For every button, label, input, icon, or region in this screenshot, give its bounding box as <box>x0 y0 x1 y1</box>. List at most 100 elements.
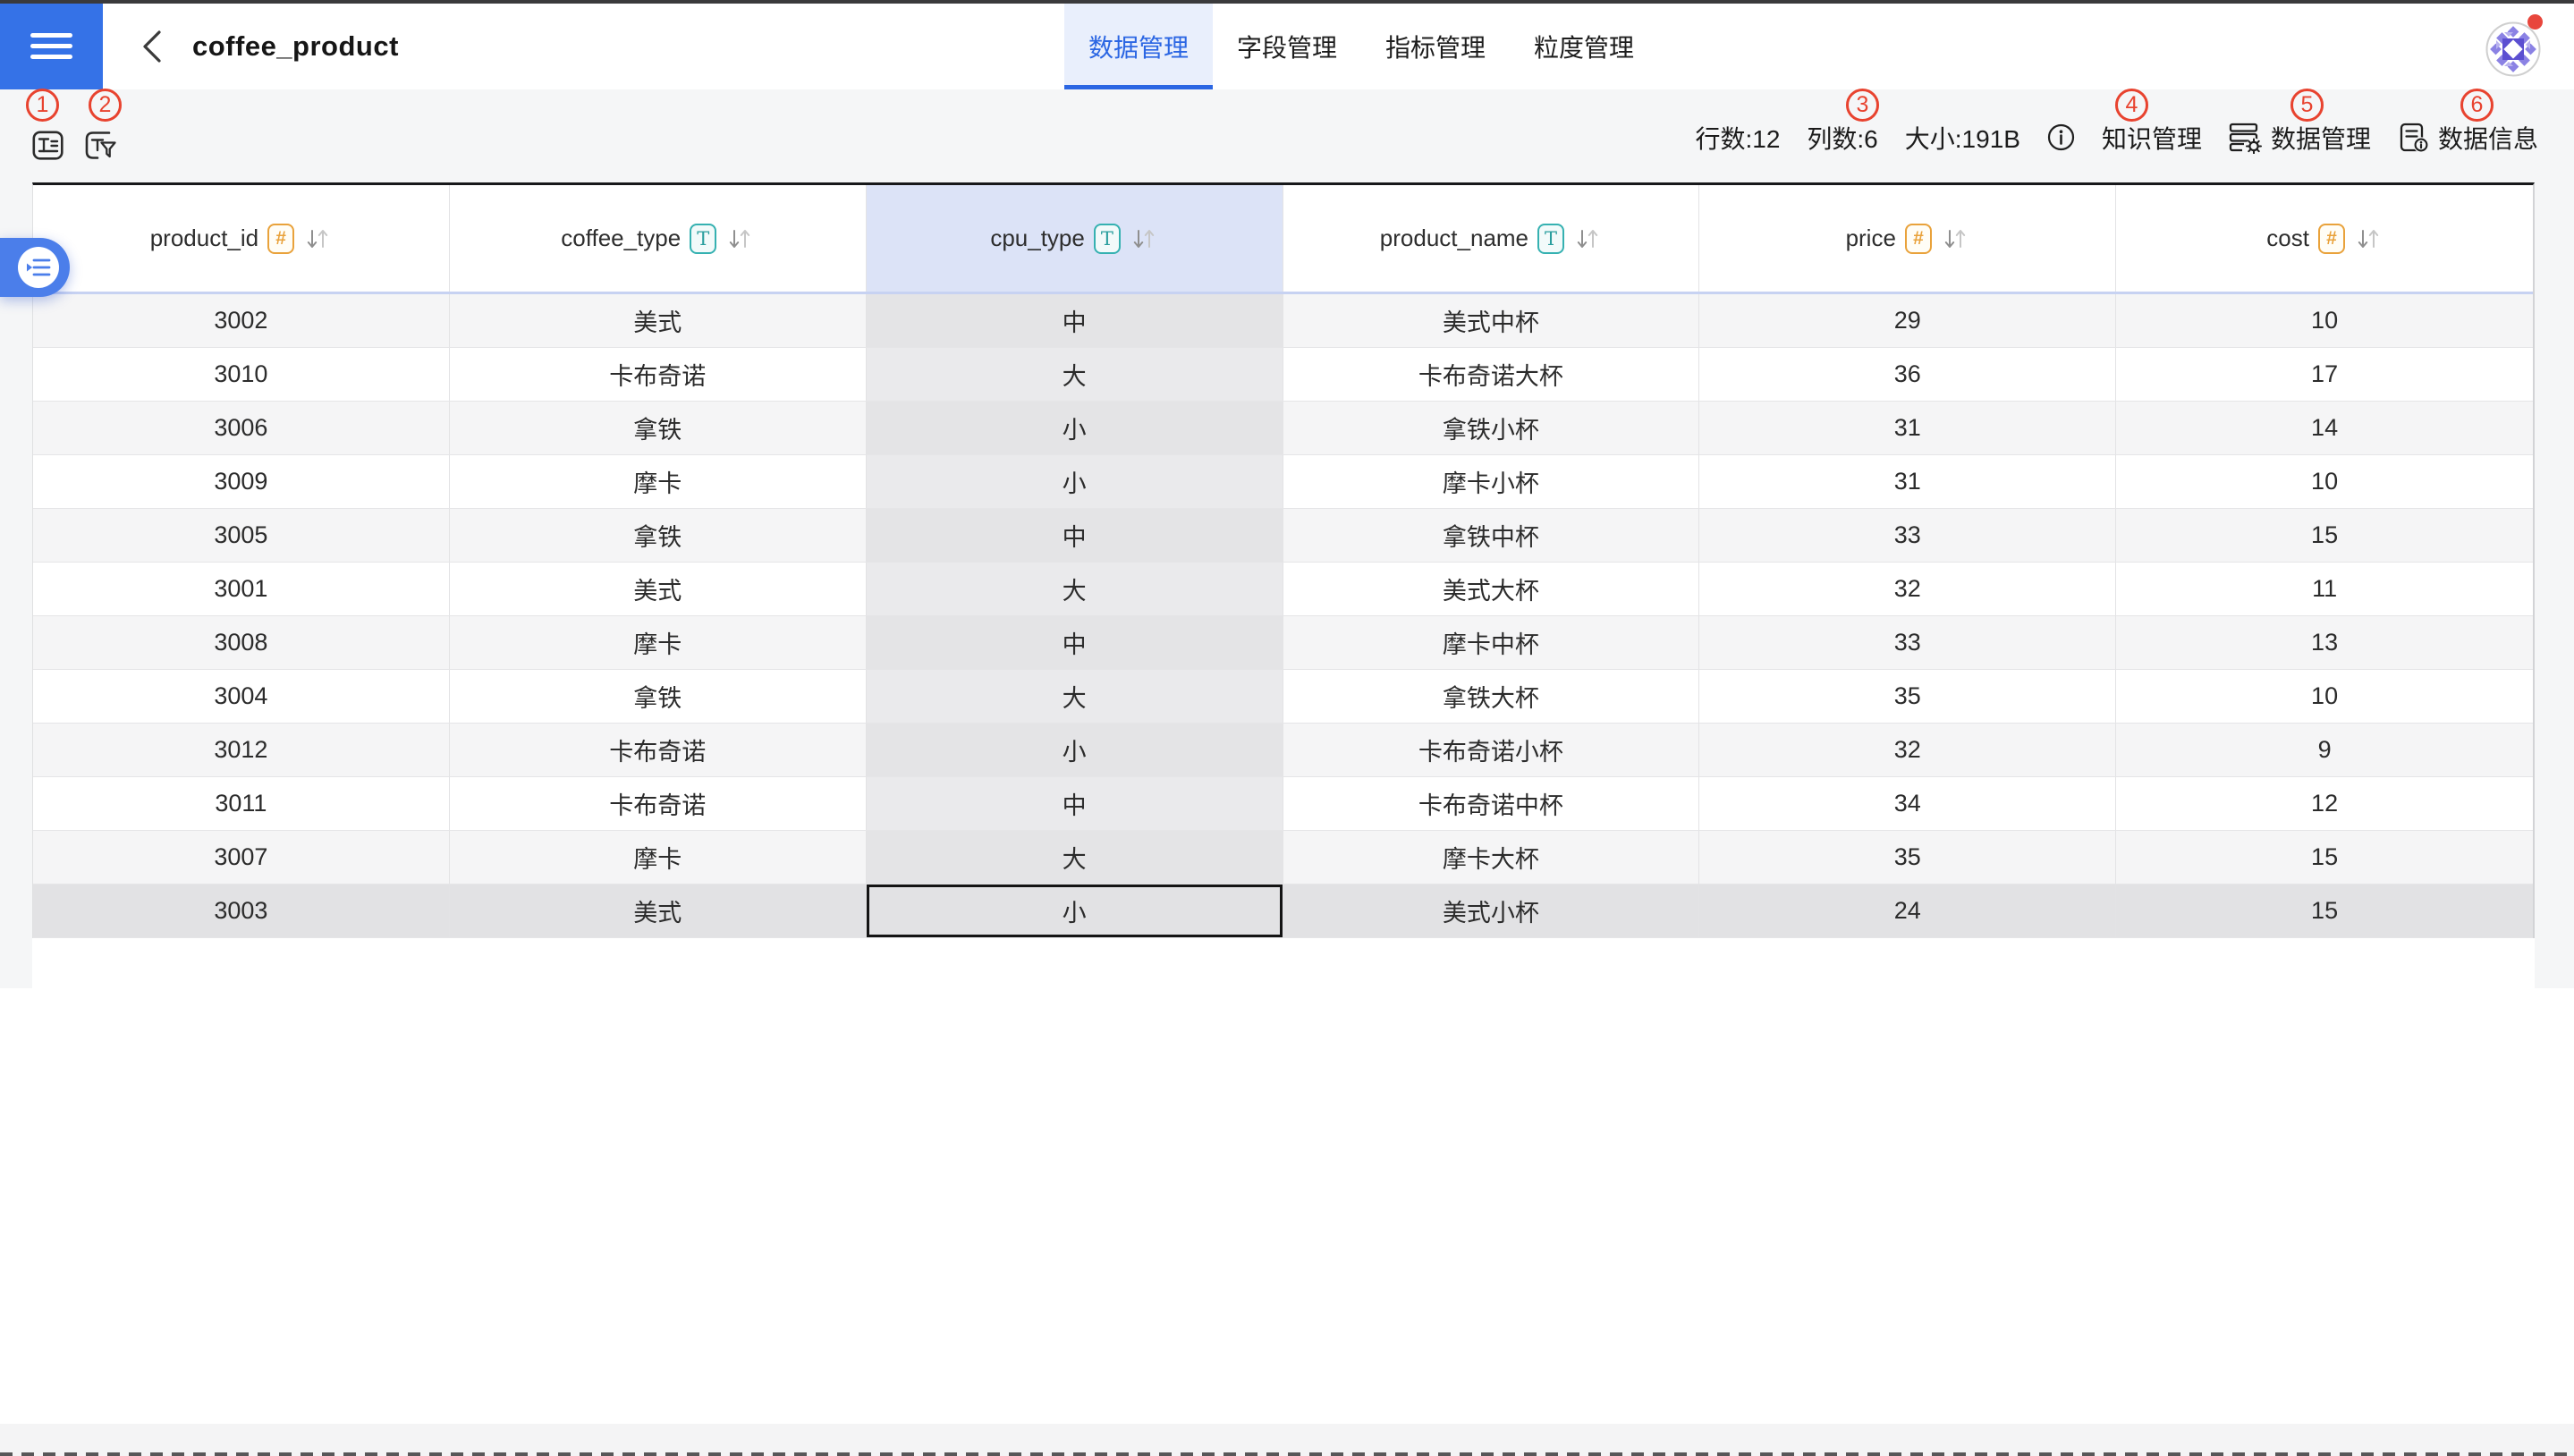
cell-product_name[interactable]: 摩卡小杯 <box>1283 455 1700 508</box>
cell-cpu_type[interactable]: 小 <box>867 455 1283 508</box>
cell-product_name[interactable]: 美式大杯 <box>1283 563 1700 615</box>
side-panel-toggle-button[interactable] <box>0 238 70 297</box>
cell-cost[interactable]: 12 <box>2116 777 2533 830</box>
sort-icon[interactable] <box>303 226 332 251</box>
cell-cpu_type[interactable]: 中 <box>867 294 1283 347</box>
cell-coffee_type[interactable]: 美式 <box>450 885 867 937</box>
cell-price[interactable]: 33 <box>1699 509 2116 562</box>
cell-product_id[interactable]: 3004 <box>33 670 450 723</box>
cell-cpu_type[interactable]: 小 <box>867 402 1283 454</box>
cell-product_id[interactable]: 3007 <box>33 831 450 884</box>
cell-cost[interactable]: 17 <box>2116 348 2533 401</box>
cell-product_name[interactable]: 摩卡大杯 <box>1283 831 1700 884</box>
cell-coffee_type[interactable]: 美式 <box>450 563 867 615</box>
cell-price[interactable]: 32 <box>1699 724 2116 776</box>
cell-product_name[interactable]: 拿铁小杯 <box>1283 402 1700 454</box>
cell-coffee_type[interactable]: 摩卡 <box>450 831 867 884</box>
cell-product_name[interactable]: 卡布奇诺中杯 <box>1283 777 1700 830</box>
cell-cpu_type[interactable]: 小 <box>867 885 1283 937</box>
cell-cpu_type[interactable]: 大 <box>867 831 1283 884</box>
cell-product_name[interactable]: 摩卡中杯 <box>1283 616 1700 669</box>
cell-product_id[interactable]: 3001 <box>33 563 450 615</box>
cell-price[interactable]: 31 <box>1699 402 2116 454</box>
cell-cost[interactable]: 15 <box>2116 509 2533 562</box>
cell-cost[interactable]: 10 <box>2116 294 2533 347</box>
cell-product_id[interactable]: 3005 <box>33 509 450 562</box>
sort-icon[interactable] <box>2354 226 2383 251</box>
sort-icon[interactable] <box>725 226 754 251</box>
cell-product_id[interactable]: 3002 <box>33 294 450 347</box>
cell-product_name[interactable]: 卡布奇诺大杯 <box>1283 348 1700 401</box>
column-header-product_name[interactable]: product_nameT <box>1283 185 1700 292</box>
cell-price[interactable]: 34 <box>1699 777 2116 830</box>
cell-coffee_type[interactable]: 拿铁 <box>450 402 867 454</box>
cell-price[interactable]: 29 <box>1699 294 2116 347</box>
column-header-cost[interactable]: cost# <box>2116 185 2533 292</box>
column-header-cpu_type[interactable]: cpu_typeT <box>867 185 1283 292</box>
cell-cost[interactable]: 10 <box>2116 670 2533 723</box>
cell-coffee_type[interactable]: 卡布奇诺 <box>450 777 867 830</box>
sort-icon[interactable] <box>1573 226 1602 251</box>
cell-price[interactable]: 35 <box>1699 670 2116 723</box>
cell-price[interactable]: 32 <box>1699 563 2116 615</box>
cell-price[interactable]: 31 <box>1699 455 2116 508</box>
cell-cpu_type[interactable]: 小 <box>867 724 1283 776</box>
cell-coffee_type[interactable]: 美式 <box>450 294 867 347</box>
annotation-1: 1 <box>26 89 59 122</box>
table-row: 3010卡布奇诺大卡布奇诺大杯3617 <box>33 348 2533 402</box>
tab-2[interactable]: 指标管理 <box>1361 4 1510 89</box>
column-header-product_id[interactable]: product_id# <box>33 185 450 292</box>
cell-coffee_type[interactable]: 卡布奇诺 <box>450 724 867 776</box>
tab-0[interactable]: 数据管理 <box>1064 4 1213 89</box>
cell-cpu_type[interactable]: 中 <box>867 777 1283 830</box>
hamburger-menu-button[interactable] <box>0 4 103 89</box>
cell-product_name[interactable]: 拿铁大杯 <box>1283 670 1700 723</box>
data-info-button[interactable]: 数据信息 <box>2398 120 2538 156</box>
cell-price[interactable]: 35 <box>1699 831 2116 884</box>
data-manage-button[interactable]: 数据管理 <box>2229 120 2371 156</box>
cell-coffee_type[interactable]: 摩卡 <box>450 616 867 669</box>
info-button[interactable] <box>2047 123 2075 151</box>
cell-price[interactable]: 33 <box>1699 616 2116 669</box>
cell-cost[interactable]: 15 <box>2116 831 2533 884</box>
cell-cost[interactable]: 14 <box>2116 402 2533 454</box>
cell-cpu_type[interactable]: 大 <box>867 563 1283 615</box>
cell-product_id[interactable]: 3010 <box>33 348 450 401</box>
tab-3[interactable]: 粒度管理 <box>1510 4 1658 89</box>
cell-coffee_type[interactable]: 卡布奇诺 <box>450 348 867 401</box>
cell-product_id[interactable]: 3011 <box>33 777 450 830</box>
column-header-price[interactable]: price# <box>1699 185 2116 292</box>
cell-product_id[interactable]: 3009 <box>33 455 450 508</box>
cell-cpu_type[interactable]: 大 <box>867 670 1283 723</box>
avatar[interactable] <box>2485 21 2541 77</box>
cell-cost[interactable]: 9 <box>2116 724 2533 776</box>
column-header-coffee_type[interactable]: coffee_typeT <box>450 185 867 292</box>
cell-cost[interactable]: 10 <box>2116 455 2533 508</box>
cell-cost[interactable]: 15 <box>2116 885 2533 937</box>
cell-product_id[interactable]: 3008 <box>33 616 450 669</box>
back-button[interactable] <box>132 27 172 66</box>
cell-product_id[interactable]: 3003 <box>33 885 450 937</box>
cell-product_id[interactable]: 3006 <box>33 402 450 454</box>
cell-cost[interactable]: 13 <box>2116 616 2533 669</box>
cell-coffee_type[interactable]: 拿铁 <box>450 509 867 562</box>
cell-cpu_type[interactable]: 中 <box>867 509 1283 562</box>
sort-icon[interactable] <box>1941 226 1969 251</box>
knowledge-manage-button[interactable]: 知识管理 <box>2102 120 2202 156</box>
cell-product_name[interactable]: 卡布奇诺小杯 <box>1283 724 1700 776</box>
cell-coffee_type[interactable]: 摩卡 <box>450 455 867 508</box>
cell-cpu_type[interactable]: 大 <box>867 348 1283 401</box>
cell-product_name[interactable]: 美式小杯 <box>1283 885 1700 937</box>
sort-icon[interactable] <box>1130 226 1158 251</box>
cell-price[interactable]: 24 <box>1699 885 2116 937</box>
cell-coffee_type[interactable]: 拿铁 <box>450 670 867 723</box>
text-format-button[interactable] <box>32 131 64 160</box>
tab-1[interactable]: 字段管理 <box>1213 4 1361 89</box>
cell-product_name[interactable]: 美式中杯 <box>1283 294 1700 347</box>
cell-price[interactable]: 36 <box>1699 348 2116 401</box>
cell-product_id[interactable]: 3012 <box>33 724 450 776</box>
cell-cpu_type[interactable]: 中 <box>867 616 1283 669</box>
cell-product_name[interactable]: 拿铁中杯 <box>1283 509 1700 562</box>
text-filter-button[interactable] <box>84 131 116 160</box>
cell-cost[interactable]: 11 <box>2116 563 2533 615</box>
